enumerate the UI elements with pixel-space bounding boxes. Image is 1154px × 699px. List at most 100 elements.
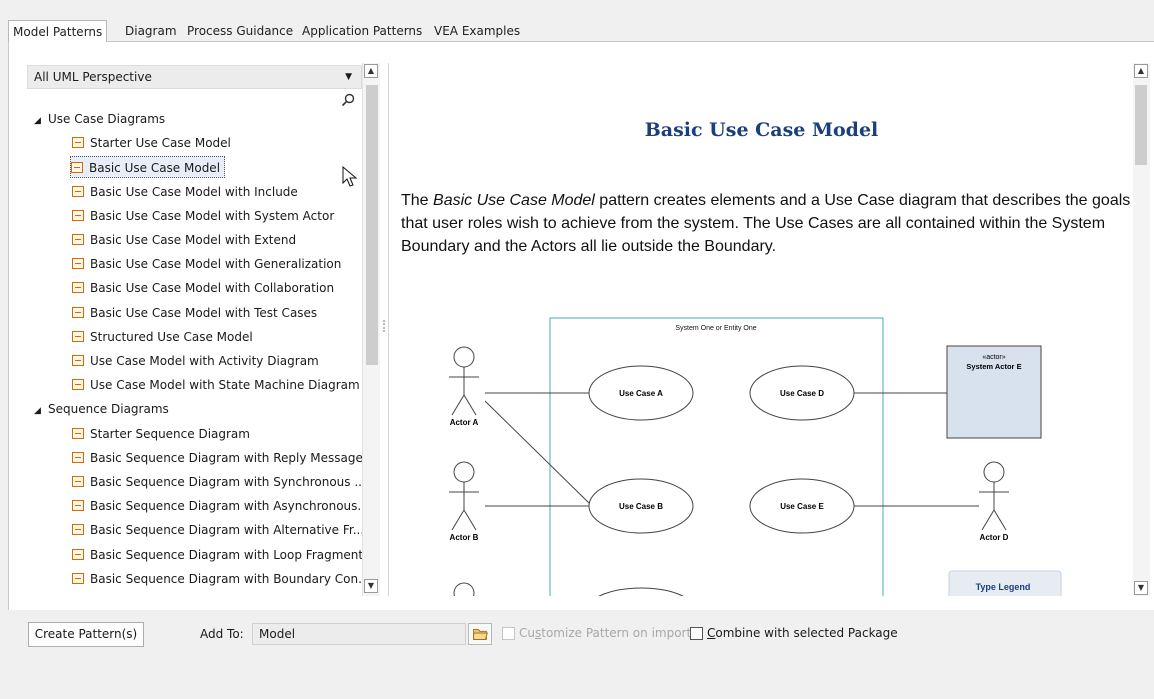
use-case-e-label: Use Case E [780, 502, 824, 511]
pattern-icon [72, 185, 84, 197]
preview-scroll-down-icon[interactable]: ▼ [1134, 581, 1148, 595]
tree-scrollbar[interactable] [362, 63, 380, 596]
pattern-icon [72, 500, 84, 512]
tree-item-label: Basic Use Case Model with Include [90, 184, 298, 199]
pattern-preview: Basic Use Case Model The Basic Use Case … [388, 63, 1133, 596]
tree-item-label: Basic Sequence Diagram with Asynchronous… [90, 499, 369, 514]
tree-scrollbar-thumb[interactable] [366, 85, 378, 365]
use-case-a-label: Use Case A [619, 389, 663, 398]
actor-b-icon [449, 461, 479, 531]
tab-model-patterns[interactable]: Model Patterns [8, 20, 108, 43]
pattern-icon [72, 451, 84, 463]
tab-process-guidance[interactable]: Process Guidance [187, 20, 293, 42]
system-boundary [549, 317, 884, 596]
tree-item-label: Structured Use Case Model [90, 329, 253, 344]
tree-item-label: Basic Sequence Diagram with Reply Messag… [90, 450, 363, 465]
combine-package-label: Combine with selected Package [707, 626, 898, 640]
perspective-value: All UML Perspective [34, 70, 152, 84]
actor-b-label: Actor B [450, 533, 479, 542]
browse-package-button[interactable] [468, 623, 492, 645]
tree-item[interactable]: Starter Use Case Model [72, 132, 231, 154]
preview-scroll-up-icon[interactable]: ▲ [1134, 64, 1148, 78]
combine-package-checkbox[interactable] [690, 627, 703, 640]
tree-item[interactable]: Basic Sequence Diagram with Reply Messag… [72, 447, 363, 469]
actor-a-icon [449, 346, 479, 416]
create-pattern-button[interactable]: Create Pattern(s) [28, 622, 144, 647]
tree-item-label: Basic Use Case Model with Collaboration [90, 281, 335, 296]
tree-item[interactable]: Basic Use Case Model with Test Cases [72, 302, 317, 324]
tree-item[interactable]: Basic Use Case Model with Generalization [72, 253, 341, 275]
pattern-icon [72, 524, 84, 536]
folder-icon [473, 629, 488, 640]
customize-pattern-checkbox[interactable] [502, 627, 515, 640]
system-actor-stereotype: «actor» [982, 354, 1005, 361]
tree-item[interactable]: Basic Sequence Diagram with Synchronous … [72, 471, 366, 493]
tree-item[interactable]: Structured Use Case Model [72, 326, 253, 348]
tree-item-label: Basic Use Case Model [89, 161, 221, 176]
tab-diagram[interactable]: Diagram [125, 20, 177, 42]
mouse-cursor-icon [342, 166, 358, 187]
pattern-icon [72, 258, 84, 270]
tree-item-label: Starter Sequence Diagram [90, 426, 250, 441]
tab-vea-examples[interactable]: VEA Examples [434, 20, 520, 42]
pattern-icon [72, 379, 84, 391]
pattern-icon [71, 162, 83, 174]
tree-scroll-down-icon[interactable]: ▼ [364, 579, 378, 593]
tree-item-label: Basic Use Case Model with Generalization [90, 257, 342, 272]
tree-item-selected[interactable]: Basic Use Case Model [70, 156, 226, 179]
type-legend-title: Type Legend [976, 582, 1031, 592]
tree-scroll-up-icon[interactable]: ▲ [364, 64, 378, 78]
pattern-icon [72, 476, 84, 487]
use-case-d-label: Use Case D [780, 389, 824, 398]
pattern-icon [72, 572, 84, 584]
pattern-icon [72, 427, 84, 439]
expand-triangle-icon[interactable]: ◢ [34, 400, 48, 422]
tree-item[interactable]: Basic Sequence Diagram with Alternative … [72, 519, 364, 541]
tree-item-label: Use Case Diagrams [48, 112, 166, 126]
pattern-icon [72, 355, 84, 366]
tree-item-label: Basic Sequence Diagram with Loop Fragmen… [90, 547, 364, 562]
tree-item[interactable]: Use Case Model with Activity Diagram [72, 350, 319, 372]
tree-item[interactable]: Starter Sequence Diagram [72, 423, 250, 445]
actor-a-label: Actor A [450, 418, 479, 427]
pattern-icon [72, 209, 84, 221]
tree-item-label: Use Case Model with State Machine Diagra… [90, 378, 360, 393]
tree-item[interactable]: Basic Sequence Diagram with Loop Fragmen… [72, 544, 363, 566]
tree-item[interactable]: Basic Use Case Model with Extend [72, 229, 296, 251]
tree-item-label: Basic Use Case Model with System Actor [90, 208, 335, 223]
tree-item[interactable]: Basic Use Case Model with System Actor [72, 205, 334, 227]
boundary-label: System One or Entity One [675, 325, 756, 332]
add-to-label: Add To: [200, 627, 244, 641]
tree-group[interactable]: ◢ Sequence Diagrams [30, 398, 169, 420]
add-to-field[interactable]: Model [252, 623, 466, 645]
pattern-icon [72, 548, 84, 560]
actor-d-icon [979, 461, 1009, 531]
system-actor-name: System Actor E [966, 362, 1021, 371]
expand-triangle-icon[interactable]: ◢ [34, 110, 48, 132]
preview-scrollbar-thumb[interactable] [1135, 85, 1147, 165]
tree-item-label: Basic Sequence Diagram with Synchronous … [90, 475, 366, 489]
tree-item[interactable]: Basic Sequence Diagram with Boundary Con… [72, 568, 370, 590]
pattern-icon [72, 137, 84, 149]
pattern-icon [72, 306, 84, 318]
use-case-diagram: System One or Entity One Use Case A Use … [449, 317, 1062, 596]
tree-item-label: Use Case Model with Activity Diagram [90, 354, 319, 368]
tree-group[interactable]: ◢ Use Case Diagrams [30, 108, 165, 130]
customize-pattern-label: Customize Pattern on import [519, 626, 692, 640]
search-icon[interactable] [340, 92, 356, 108]
tree-item[interactable]: Use Case Model with State Machine Diagra… [72, 374, 360, 396]
perspective-dropdown[interactable]: All UML Perspective ▼ [27, 65, 362, 89]
pattern-icon [72, 330, 84, 342]
tree-item-label: Basic Use Case Model with Extend [90, 233, 297, 247]
splitter-handle[interactable] [383, 320, 385, 332]
tree-item[interactable]: Basic Sequence Diagram with Asynchronous… [72, 495, 369, 517]
tab-bar: Model Patterns Diagram Process Guidance … [8, 20, 1154, 43]
tree-item[interactable]: Basic Use Case Model with Collaboration [72, 277, 334, 299]
tree-item-label: Sequence Diagrams [48, 402, 169, 417]
actor-d-label: Actor D [980, 533, 1009, 542]
tab-application-patterns[interactable]: Application Patterns [302, 20, 422, 42]
tree-item[interactable]: Basic Use Case Model with Include [72, 181, 298, 203]
pattern-icon [72, 282, 84, 294]
chevron-down-icon: ▼ [345, 72, 352, 82]
preview-scrollbar[interactable] [1133, 63, 1150, 596]
